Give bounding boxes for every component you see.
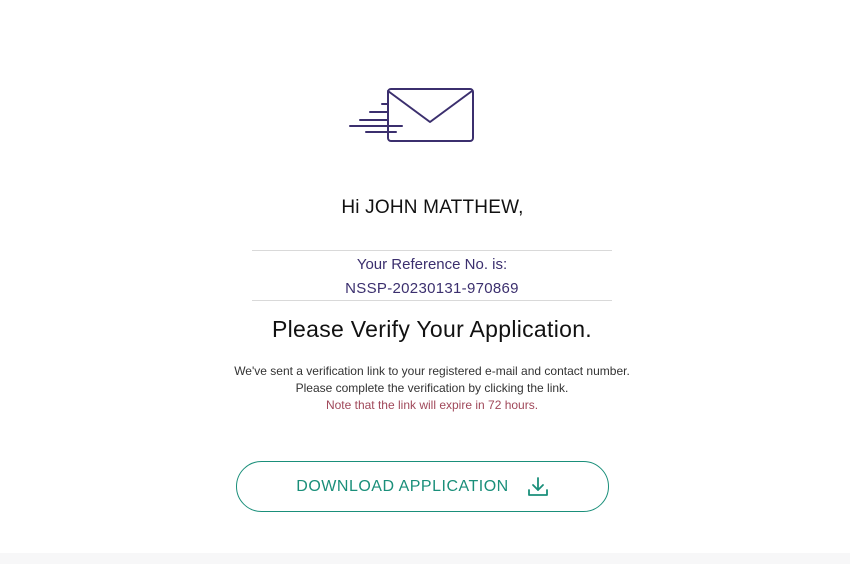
page-title: Please Verify Your Application. [271,316,592,342]
verification-page: Hi JOHN MATTHEW, Your Reference No. is: … [0,0,850,564]
footer-divider [0,553,850,564]
download-application-button[interactable]: DOWNLOAD APPLICATION [236,461,609,512]
reference-number: NSSP-20230131-970869 [345,280,519,297]
message-line-1: We've sent a verification link to your r… [234,364,630,378]
expiry-note: Note that the link will expire in 72 hou… [325,398,539,412]
download-icon [527,476,548,496]
reference-label: Your Reference No. is: [356,256,508,273]
verification-message: We've sent a verification link to your r… [0,363,850,414]
message-line-2: Please complete the verification by clic… [295,381,569,395]
greeting-heading: Hi JOHN MATTHEW, [341,197,524,218]
reference-box: Your Reference No. is: NSSP-20230131-970… [252,250,612,301]
envelope-sent-icon [349,88,474,142]
download-button-label: DOWNLOAD APPLICATION [296,477,509,495]
